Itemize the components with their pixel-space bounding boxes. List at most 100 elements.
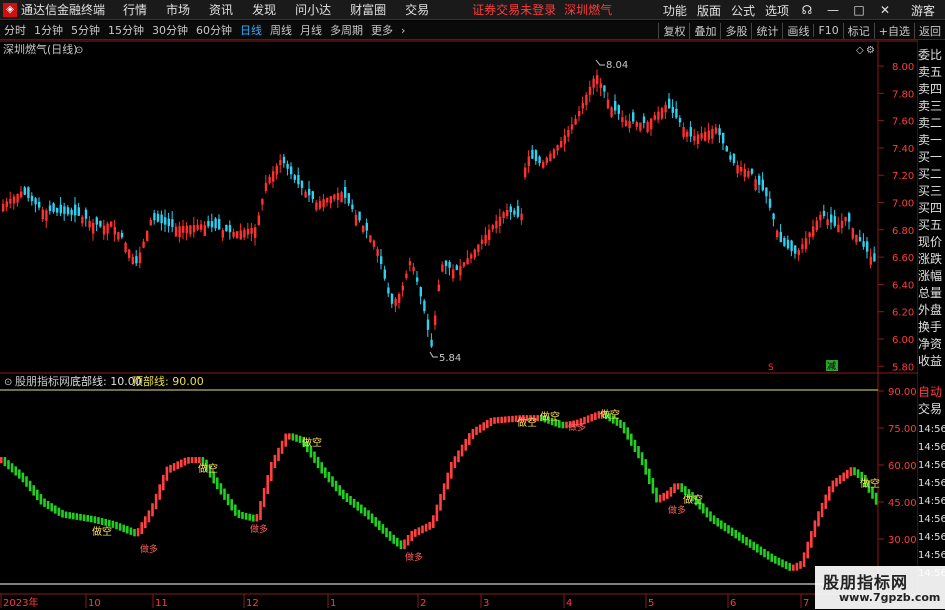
indicator-bar: [295, 434, 298, 442]
marker-s: S: [768, 363, 774, 373]
chevron-down-icon[interactable]: ⊙: [75, 45, 83, 56]
marker-down: 减: [827, 360, 836, 372]
candle-body: [20, 191, 23, 198]
settings-icon[interactable]: ⚙: [866, 45, 875, 56]
candle-body: [657, 111, 660, 120]
indicator-bar: [194, 457, 197, 464]
candle-body: [27, 187, 30, 198]
btn-adjust[interactable]: 复权: [658, 22, 689, 39]
btn-back[interactable]: 返回: [914, 22, 945, 39]
x-tick-label: 5: [648, 598, 654, 609]
period-daily[interactable]: 日线: [240, 22, 262, 38]
indicator-bar: [403, 539, 406, 550]
candle-body: [837, 224, 840, 233]
candle-body: [567, 129, 570, 137]
indicator-bar: [64, 511, 68, 519]
period-30min[interactable]: 30分钟: [152, 22, 188, 38]
guest-label[interactable]: 游客: [911, 2, 935, 19]
candle-body: [434, 315, 437, 326]
candle-body: [9, 198, 12, 204]
trade-button[interactable]: 交易: [918, 402, 945, 416]
period-more[interactable]: 更多: [371, 22, 393, 38]
diamond-icon[interactable]: ◇: [856, 45, 864, 56]
indicator-bar: [802, 552, 806, 568]
btn-f10[interactable]: F10: [813, 24, 842, 37]
candle-body: [848, 213, 851, 222]
candle-body: [365, 222, 368, 231]
candle-body: [563, 135, 566, 144]
period-5min[interactable]: 5分钟: [71, 22, 100, 38]
auto-button[interactable]: 自动: [918, 385, 945, 399]
candle-body: [56, 207, 59, 213]
quote-field: 卖五: [918, 65, 943, 79]
close-icon[interactable]: ✕: [877, 3, 893, 17]
btn-draw[interactable]: 画线: [782, 22, 813, 39]
btn-stats[interactable]: 统计: [751, 22, 782, 39]
menu-item-discover[interactable]: 发现: [252, 1, 276, 18]
headset-icon[interactable]: ☊: [799, 3, 815, 17]
indicator-bar: [198, 457, 201, 464]
menu-item-ask[interactable]: 问小达: [295, 1, 331, 18]
indicator-bar: [446, 472, 449, 490]
indicator-bar: [421, 525, 424, 534]
period-60min[interactable]: 60分钟: [196, 22, 232, 38]
indicator-bar: [363, 507, 367, 517]
indicator-bar: [57, 507, 61, 516]
candle-body: [819, 214, 822, 221]
indicator-bar: [140, 522, 143, 535]
period-multi[interactable]: 多周期: [330, 22, 363, 38]
period-weekly[interactable]: 周线: [270, 22, 292, 38]
indicator-bar: [367, 510, 370, 520]
chevron-right-icon[interactable]: ›: [401, 24, 405, 37]
minimize-icon[interactable]: —: [825, 3, 841, 17]
candle-body: [664, 104, 667, 113]
menu-formula[interactable]: 公式: [731, 2, 755, 19]
candle-body: [300, 180, 304, 188]
btn-multi-stock[interactable]: 多股: [720, 22, 751, 39]
candle-body: [675, 108, 678, 118]
btn-mark[interactable]: 标记: [842, 22, 874, 39]
indicator-bar: [28, 480, 32, 492]
indicator-bar: [10, 463, 14, 473]
quote-field: 外盘: [918, 303, 943, 317]
menu-item-news[interactable]: 资讯: [209, 1, 233, 18]
period-15min[interactable]: 15分钟: [108, 22, 144, 38]
kline-chart[interactable]: 深圳燃气(日线) ⊙ ◇ ⚙ L 500 8.007.807.607.407.2…: [0, 40, 945, 610]
trade-time: 14:56: [918, 496, 945, 507]
indicator-bar: [180, 459, 183, 468]
indicator-bar: [46, 500, 50, 510]
menu-item-quotes[interactable]: 行情: [123, 1, 147, 18]
period-timeshare[interactable]: 分时: [4, 22, 26, 38]
indicator-bar: [316, 456, 320, 469]
candle-body: [578, 111, 581, 117]
indicator-bar: [705, 507, 709, 518]
candle-body: [776, 230, 779, 238]
indicator-bar: [356, 501, 359, 511]
btn-overlay[interactable]: 叠加: [689, 22, 720, 39]
candle-body: [462, 262, 466, 267]
menu-function[interactable]: 功能: [663, 2, 687, 19]
menu-item-market[interactable]: 市场: [166, 1, 190, 18]
candle-body: [862, 241, 865, 247]
login-status[interactable]: 证券交易未登录: [472, 1, 556, 18]
candle-body: [596, 75, 599, 85]
x-tick-label: 2023年: [3, 596, 38, 609]
maximize-icon[interactable]: □: [851, 3, 867, 17]
candle-body: [513, 210, 516, 215]
menu-item-trade[interactable]: 交易: [405, 1, 429, 18]
btn-add-watchlist[interactable]: +自选: [873, 22, 914, 39]
period-1min[interactable]: 1分钟: [34, 22, 63, 38]
period-monthly[interactable]: 月线: [300, 22, 322, 38]
menu-options[interactable]: 选项: [765, 2, 789, 19]
indicator-bar: [144, 516, 147, 529]
indicator-toggle-icon[interactable]: ⊙: [4, 377, 12, 388]
candle-body: [156, 213, 160, 222]
menu-layout[interactable]: 版面: [697, 2, 721, 19]
candle-body: [383, 269, 386, 279]
indicator-bar: [799, 561, 802, 569]
indicator-bottom-label: 底部线: 10.00: [70, 374, 142, 388]
indicator-bar: [324, 467, 327, 478]
indicator-bar: [680, 483, 683, 493]
candle-body: [783, 237, 786, 246]
menu-item-wealth[interactable]: 财富圈: [350, 1, 386, 18]
